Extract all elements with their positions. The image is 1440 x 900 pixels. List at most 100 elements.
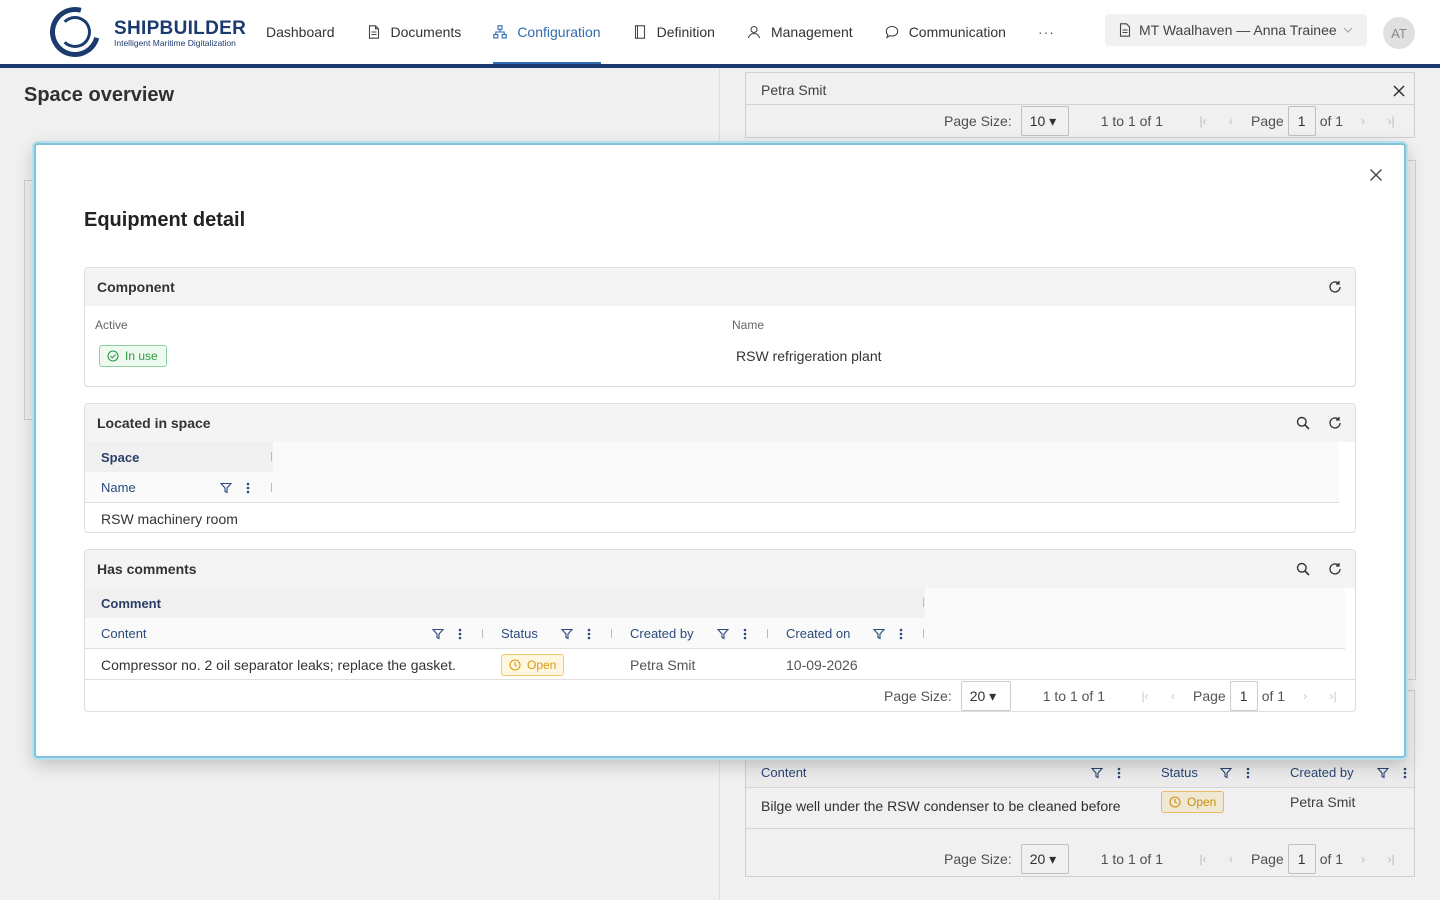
column-tools [708,618,752,649]
column-tools [211,472,255,503]
column-resize-handle[interactable] [482,629,483,638]
filter-icon[interactable] [872,627,886,641]
column-resize-handle[interactable] [923,598,924,607]
nav-dashboard[interactable]: Dashboard [266,0,335,64]
document-icon [1119,23,1131,37]
section-title: Located in space [97,415,211,431]
prev-page-icon[interactable]: ‹ [1165,689,1181,703]
nav-dashboard-label: Dashboard [266,24,335,40]
column-group-filler [925,588,1345,618]
active-field-label: Active [95,318,128,332]
page-size-select[interactable]: 20 ▾ [960,681,1011,711]
page-number-input[interactable]: 1 [1229,681,1258,711]
document-icon [367,25,381,39]
refresh-icon[interactable] [1327,415,1343,431]
column-tools [423,618,467,649]
nav-more-button[interactable]: ··· [1038,0,1055,64]
section-title: Component [97,279,175,295]
column-resize-handle[interactable] [271,483,272,492]
nav-configuration-label: Configuration [517,24,601,40]
nav-documents-label: Documents [390,24,462,40]
filter-icon[interactable] [431,627,445,641]
column-resize-handle[interactable] [923,629,924,638]
column-tools [864,618,908,649]
search-icon[interactable] [1295,561,1311,577]
logo-inner-ring-icon [59,16,91,48]
page-size-label: Page Size: [884,688,952,704]
filter-icon[interactable] [219,481,233,495]
page-size-value: 20 [969,688,986,704]
refresh-icon[interactable] [1327,279,1343,295]
section-title: Has comments [97,561,197,577]
column-header-name[interactable]: Name [101,472,136,503]
column-resize-handle[interactable] [271,452,272,461]
chat-icon [885,25,899,39]
table-row[interactable]: Compressor no. 2 oil separator leaks; re… [85,650,1355,680]
column-header-content[interactable]: Content [101,618,147,649]
column-resize-handle[interactable] [611,629,612,638]
nav-communication[interactable]: Communication [885,0,1006,64]
check-circle-icon [107,350,119,362]
vessel-selector-label: MT Waalhaven — Anna Trainee [1139,22,1337,38]
section-tools [1311,268,1343,306]
user-avatar[interactable]: AT [1383,17,1415,49]
main-nav: Dashboard Documents Configuration Defini… [266,0,1055,64]
column-header-status[interactable]: Status [501,618,538,649]
more-vertical-icon[interactable] [894,627,908,641]
comments-pager: Page Size: 20 ▾ 1 to 1 of 1 |‹ ‹ Page 1 … [884,680,1341,711]
column-header-created-on[interactable]: Created on [786,618,850,649]
logo-subtitle: Intelligent Maritime Digitalization [114,38,236,48]
table-row-space-name[interactable]: RSW machinery room [101,504,238,532]
column-group-header-comment: Comment [85,588,925,618]
section-header: Component [85,268,1355,306]
has-comments-section: Has comments Comment Content Status Crea… [84,549,1356,712]
nav-documents[interactable]: Documents [367,0,462,64]
column-group-filler [273,442,1339,472]
located-in-space-section: Located in space Space Name RSW machiner… [84,403,1356,533]
filter-icon[interactable] [716,627,730,641]
column-header-created-by[interactable]: Created by [630,618,694,649]
more-vertical-icon[interactable] [738,627,752,641]
more-vertical-icon[interactable] [582,627,596,641]
column-resize-handle[interactable] [767,629,768,638]
next-page-icon[interactable]: › [1297,689,1313,703]
shipbuilder-logo[interactable]: SHIPBUILDER Intelligent Maritime Digital… [40,0,246,67]
section-tools [1279,404,1343,442]
logo-title: SHIPBUILDER [114,18,247,39]
more-vertical-icon[interactable] [453,627,467,641]
name-field-label: Name [732,318,765,332]
section-tools [1279,550,1343,588]
column-group-header-space: Space [85,442,273,472]
component-section: Component Active In use Name RSW refrige… [84,267,1356,387]
active-status-label: In use [125,349,158,363]
section-header: Located in space [85,404,1355,442]
column-header-row: Name [85,472,1339,503]
nav-management[interactable]: Management [747,0,853,64]
comment-created-by-cell: Petra Smit [630,657,696,673]
book-icon [633,25,647,39]
filter-icon[interactable] [560,627,574,641]
comment-status-cell: Open [501,650,565,680]
chevron-down-icon [1343,25,1353,36]
nav-configuration[interactable]: Configuration [493,0,601,64]
more-vertical-icon[interactable] [241,481,255,495]
page-range: 1 to 1 of 1 [1042,688,1105,704]
dialog-title: Equipment detail [84,209,246,231]
close-icon[interactable] [1366,165,1386,185]
top-navigation-bar: SHIPBUILDER Intelligent Maritime Digital… [0,0,1440,68]
active-status-badge: In use [99,345,167,367]
nav-management-label: Management [770,24,853,40]
vessel-selector[interactable]: MT Waalhaven — Anna Trainee [1105,14,1367,46]
user-icon [747,25,761,39]
first-page-icon[interactable]: |‹ [1137,689,1153,703]
search-icon[interactable] [1295,415,1311,431]
equipment-detail-dialog: Equipment detail Component Active In use… [34,143,1406,758]
comment-content-cell: Compressor no. 2 oil separator leaks; re… [101,657,456,673]
name-field-value: RSW refrigeration plant [736,348,882,364]
last-page-icon[interactable]: ›| [1325,689,1341,703]
column-tools [552,618,596,649]
refresh-icon[interactable] [1327,561,1343,577]
status-badge: Open [501,654,565,676]
nav-definition[interactable]: Definition [633,0,715,64]
status-label: Open [527,658,557,672]
